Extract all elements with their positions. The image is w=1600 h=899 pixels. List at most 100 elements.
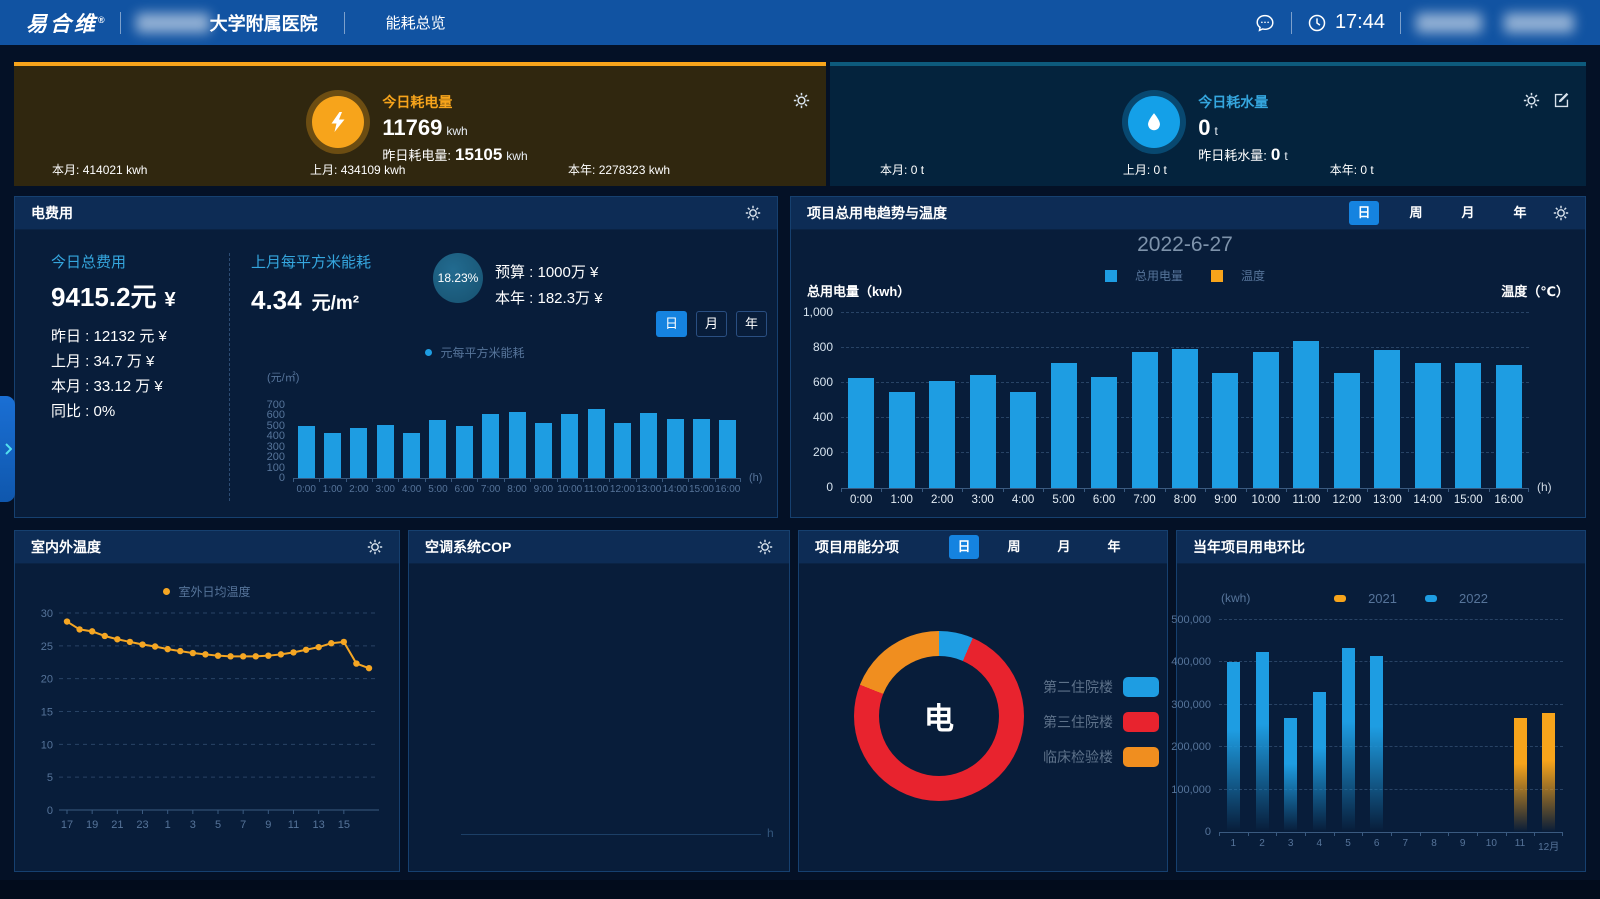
y-axis-tick: 600 bbox=[267, 409, 285, 421]
x-axis-unit: h bbox=[767, 826, 774, 840]
tab-week[interactable]: 周 bbox=[1401, 201, 1431, 225]
card-title: 今日耗水量 bbox=[1198, 92, 1287, 112]
y-axis-unit: (kwh) bbox=[1221, 591, 1250, 605]
tab-month[interactable]: 月 bbox=[1049, 535, 1079, 559]
legend-label: 第二住院楼 bbox=[1043, 677, 1113, 697]
redacted-user-name[interactable] bbox=[1504, 13, 1574, 33]
unit: kwh bbox=[446, 124, 467, 138]
water-summary-card[interactable]: 今日耗水量 0t 昨日耗水量:0t 本月: 0 t 上月: 0 t 本年: 0 … bbox=[830, 62, 1586, 186]
data-point bbox=[139, 641, 145, 647]
x-axis-label: 16:00 bbox=[715, 484, 740, 495]
legend-item[interactable]: 第三住院楼 bbox=[1043, 712, 1159, 732]
divider bbox=[1291, 12, 1292, 34]
redacted-user-info[interactable] bbox=[1416, 13, 1482, 33]
data-point bbox=[102, 633, 108, 639]
x-axis-label: 8:00 bbox=[507, 484, 526, 495]
gear-icon[interactable] bbox=[1553, 205, 1569, 221]
axis-tick bbox=[1448, 488, 1449, 492]
gear-icon[interactable] bbox=[367, 539, 383, 555]
trend-bar-chart: 02004006008001,0000:001:002:003:004:005:… bbox=[841, 313, 1529, 489]
axis-tick bbox=[1367, 488, 1368, 492]
data-point bbox=[303, 647, 309, 653]
axis-tick bbox=[740, 478, 741, 482]
chat-icon[interactable] bbox=[1254, 12, 1276, 34]
legend-label: 温度 bbox=[1241, 267, 1265, 284]
axis-tick bbox=[1248, 832, 1249, 836]
axis-tick bbox=[962, 488, 963, 492]
data-point bbox=[253, 653, 259, 659]
bar bbox=[640, 413, 657, 478]
x-axis-label: 5:00 bbox=[1052, 494, 1074, 506]
y-axis-tick: 1,000 bbox=[803, 305, 833, 319]
x-axis-label: 2:00 bbox=[931, 494, 953, 506]
bar bbox=[889, 392, 915, 488]
tab-year[interactable]: 年 bbox=[736, 311, 767, 337]
x-axis-label: 1 bbox=[1231, 838, 1237, 849]
axis-tick bbox=[609, 478, 610, 482]
gear-icon[interactable] bbox=[757, 539, 773, 555]
legend-item[interactable]: 临床检验楼 bbox=[1043, 747, 1159, 767]
axis-tick bbox=[1506, 832, 1507, 836]
x-axis-label: 10 bbox=[1486, 838, 1497, 849]
bar bbox=[1514, 718, 1527, 832]
today-cost-label: 今日总费用 bbox=[51, 251, 126, 272]
sidebar-expand-handle[interactable] bbox=[0, 396, 15, 502]
x-axis-label: 21 bbox=[111, 819, 123, 831]
tab-week[interactable]: 周 bbox=[999, 535, 1029, 559]
tab-day[interactable]: 日 bbox=[656, 311, 687, 337]
x-axis-label: 13:00 bbox=[636, 484, 661, 495]
data-point bbox=[328, 640, 334, 646]
legend-dot bbox=[425, 349, 432, 356]
x-axis-label: 8 bbox=[1431, 838, 1437, 849]
y-axis-tick: 0 bbox=[279, 472, 285, 484]
axis-tick bbox=[1420, 832, 1421, 836]
card-title: 电费用 bbox=[31, 203, 73, 223]
x-axis-label: 5:00 bbox=[428, 484, 447, 495]
electricity-summary-card[interactable]: 今日耗电量 11769kwh 昨日耗电量:15105kwh 本月: 414021… bbox=[14, 62, 826, 186]
axis-tick bbox=[398, 478, 399, 482]
empty-chart-axis bbox=[461, 834, 761, 835]
lightning-icon bbox=[312, 96, 364, 148]
axis-tick bbox=[1286, 488, 1287, 492]
x-axis-label: 13 bbox=[313, 819, 325, 831]
tab-day[interactable]: 日 bbox=[1349, 201, 1379, 225]
legend-item[interactable]: 第二住院楼 bbox=[1043, 677, 1159, 697]
value: 11769 bbox=[382, 115, 442, 140]
y-axis-tick: 200,000 bbox=[1171, 741, 1211, 753]
tab-month[interactable]: 月 bbox=[1453, 201, 1483, 225]
gear-icon[interactable] bbox=[745, 205, 761, 221]
tab-year[interactable]: 年 bbox=[1505, 201, 1535, 225]
bar bbox=[1415, 363, 1441, 488]
period-stats: 本月: 0 t 上月: 0 t 本年: 0 t bbox=[830, 161, 1586, 178]
axis-tick bbox=[1408, 488, 1409, 492]
nav-item-energy-overview[interactable]: 能耗总览 bbox=[386, 12, 446, 33]
tab-year[interactable]: 年 bbox=[1099, 535, 1129, 559]
axis-tick bbox=[636, 478, 637, 482]
x-axis-label: 19 bbox=[86, 819, 98, 831]
x-axis-label: 11:00 bbox=[584, 484, 608, 495]
axis-tick bbox=[1276, 832, 1277, 836]
x-axis-label: 3 bbox=[190, 819, 196, 831]
bar bbox=[1542, 713, 1555, 832]
gridline bbox=[841, 347, 1529, 348]
chart-legend: 2021 2022 bbox=[1277, 591, 1545, 606]
x-axis-label: 23 bbox=[136, 819, 148, 831]
axis-tick bbox=[922, 488, 923, 492]
axis-tick bbox=[1165, 488, 1166, 492]
axis-tick bbox=[1362, 832, 1363, 836]
data-point bbox=[114, 636, 120, 642]
axis-tick bbox=[1391, 832, 1392, 836]
period-stats: 本月: 414021 kwh 上月: 434109 kwh 本年: 227832… bbox=[14, 161, 826, 178]
bar bbox=[1256, 652, 1269, 832]
x-axis-label: 9 bbox=[1460, 838, 1466, 849]
axis-tick bbox=[346, 478, 347, 482]
tab-month[interactable]: 月 bbox=[696, 311, 727, 337]
x-axis-label: 9:00 bbox=[1214, 494, 1236, 506]
y-axis-tick: 0 bbox=[826, 480, 833, 494]
budget-percent-badge: 18.23% bbox=[433, 253, 483, 303]
yearly-electricity-comparison-card: 当年项目用电环比 (kwh) 2021 2022 0100,000200,000… bbox=[1176, 530, 1586, 872]
tab-day[interactable]: 日 bbox=[949, 535, 979, 559]
bar bbox=[693, 419, 710, 478]
bar bbox=[509, 412, 526, 478]
bar bbox=[1212, 373, 1238, 488]
